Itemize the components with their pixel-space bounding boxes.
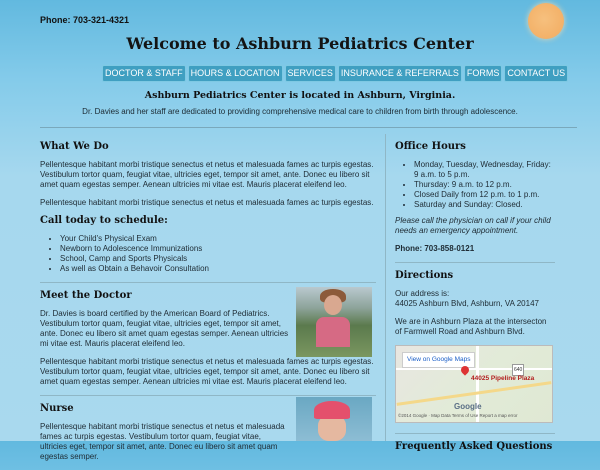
schedule-heading: Call today to schedule: [40,215,168,226]
office-hours-heading: Office Hours [395,141,466,152]
list-item: Your Child's Physical Exam [60,234,376,244]
google-map[interactable]: View on Google Maps 640 44025 Pipeline P… [395,345,553,423]
list-item: School, Camp and Sports Physicals [60,254,376,264]
list-item: Monday, Tuesday, Wednesday, Friday: 9 a.… [414,160,555,180]
nav-contact-us[interactable]: CONTACT US [504,65,569,82]
list-item: As well as Obtain a Behavoir Consultatio… [60,264,376,274]
divider [395,433,555,434]
hours-list: Monday, Tuesday, Wednesday, Friday: 9 a.… [395,160,555,210]
what-we-do-text: Pellentesque habitant morbi tristique se… [40,160,374,189]
column-divider [385,134,386,441]
faq-heading: Frequently Asked Questions [395,441,553,452]
address: Our address is: 44025 Ashburn Blvd, Ashbu… [395,289,555,309]
nurse-bio: Pellentesque habitant morbi tristique se… [40,422,285,461]
list-item: Newborn to Adolescence Immunizations [60,244,376,254]
list-item: Closed Daily from 12 p.m. to 1 p.m. [414,190,555,200]
plaza-text: We are in Ashburn Plaza at the intersect… [395,317,547,336]
doctor-photo [296,287,372,357]
intro-text: Dr. Davies and her staff are dedicated t… [82,107,518,116]
nurse-heading: Nurse [40,403,74,414]
nav-forms[interactable]: FORMS [463,65,503,82]
divider [40,282,376,283]
directions-heading: Directions [395,270,454,281]
nav-insurance-referrals[interactable]: INSURANCE & REFERRALS [337,65,462,82]
doctor-bio: Dr. Davies is board certified by the Ame… [40,309,289,348]
office-phone: Phone: 703-858-0121 [395,244,475,253]
main-nav: DOCTOR & STAFF HOURS & LOCATION SERVICES… [102,65,569,82]
schedule-list: Your Child's Physical Exam Newborn to Ad… [40,234,376,274]
nav-doctor-staff[interactable]: DOCTOR & STAFF [102,65,186,82]
nav-hours-location[interactable]: HOURS & LOCATION [187,65,283,82]
nurse-photo [296,397,372,441]
what-we-do-heading: What We Do [40,141,109,152]
emergency-note: Please call the physician on call if you… [395,216,551,235]
header-phone: Phone: 703-321-4321 [40,15,130,25]
address-label: Our address is: [395,289,450,298]
meet-doctor-heading: Meet the Doctor [40,290,132,301]
site-title: Welcome to Ashburn Pediatrics Center [126,34,474,53]
divider [395,262,555,263]
doctor-bio-2: Pellentesque habitant morbi tristique se… [40,357,374,386]
location-heading: Ashburn Pediatrics Center is located in … [144,90,456,101]
map-footer[interactable]: ©2014 Google · Map Data Terms of Use Rep… [398,411,518,421]
list-item: Thursday: 9 a.m. to 12 p.m. [414,180,555,190]
what-we-do-text-2: Pellentesque habitant morbi tristique se… [40,198,374,207]
map-pin-label: 44025 Pipeline Plaza [471,375,535,382]
nav-services[interactable]: SERVICES [284,65,336,82]
address-value: 44025 Ashburn Blvd, Ashburn, VA 20147 [395,299,539,308]
divider [40,395,376,396]
list-item: Saturday and Sunday: Closed. [414,200,555,210]
divider [40,127,577,128]
sidebar: Office Hours Monday, Tuesday, Wednesday,… [395,142,555,452]
